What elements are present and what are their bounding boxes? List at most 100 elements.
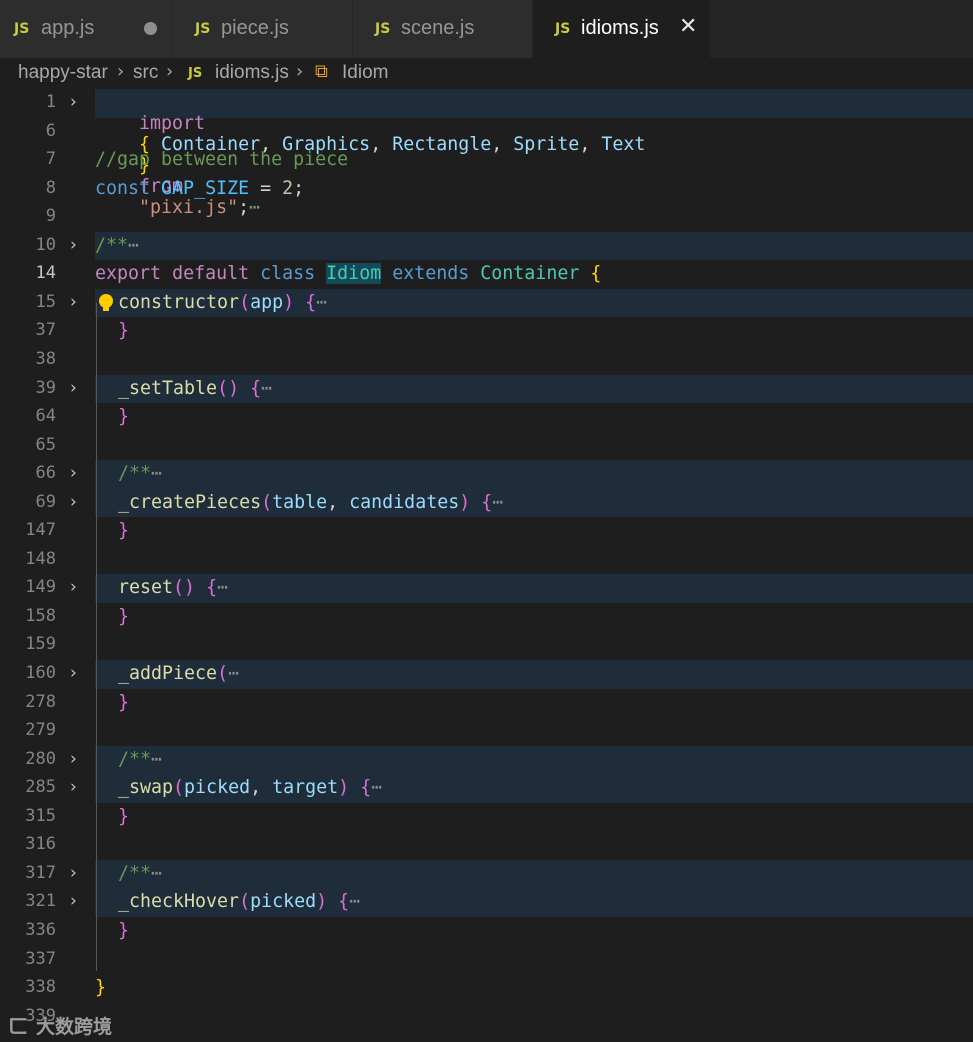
code-comment: //gap between the piece	[95, 149, 349, 171]
code-line[interactable]: 321 › _checkHover(picked) {⋯	[0, 888, 973, 917]
code-line[interactable]: 160 › _addPiece(⋯	[0, 660, 973, 689]
fold-chevron-icon[interactable]: ›	[70, 777, 77, 797]
code-line[interactable]: 15 › constructor(app) {⋯	[0, 288, 973, 318]
fold-chevron-icon[interactable]: ›	[70, 235, 77, 255]
fold-ellipsis[interactable]: ⋯	[492, 492, 503, 513]
line-number: 6	[45, 120, 56, 141]
code-line[interactable]: 6	[0, 118, 973, 147]
breadcrumb-folder[interactable]: happy-star	[18, 62, 108, 84]
folded-line-highlight	[95, 859, 973, 889]
code-line[interactable]: 339	[0, 1003, 973, 1032]
fold-chevron-icon[interactable]: ›	[70, 577, 77, 597]
code-token: }	[118, 919, 130, 941]
code-line[interactable]: 69 › _createPieces(table, candidates) {⋯	[0, 488, 973, 518]
fold-ellipsis[interactable]: ⋯	[151, 863, 162, 884]
code-text: }	[95, 977, 106, 998]
tab-scene-js[interactable]: JS scene.js	[353, 0, 533, 58]
code-comment: /**	[118, 748, 152, 770]
line-number: 338	[25, 977, 56, 998]
fold-ellipsis[interactable]: ⋯	[151, 463, 162, 484]
fold-ellipsis[interactable]: ⋯	[128, 235, 139, 256]
breadcrumb-symbol[interactable]: Idiom	[342, 62, 388, 84]
code-line[interactable]: 338}	[0, 974, 973, 1003]
code-line[interactable]: 39 › _setTable() {⋯	[0, 374, 973, 404]
code-line[interactable]: 38	[0, 346, 973, 375]
fold-chevron-icon[interactable]: ›	[70, 92, 77, 112]
code-token: _createPieces	[118, 491, 262, 513]
line-number: 39	[35, 377, 56, 398]
code-line[interactable]: 8 const GAP_SIZE = 2;	[0, 175, 973, 204]
code-editor[interactable]: 1 › import { Container, Graphics, Rectang…	[0, 89, 973, 1042]
code-line[interactable]: 37}	[0, 317, 973, 346]
code-line[interactable]: 1 › import { Container, Graphics, Rectang…	[0, 89, 973, 218]
code-text: _swap(picked, target) {⋯	[118, 777, 382, 798]
fold-ellipsis[interactable]: ⋯	[261, 378, 272, 399]
fold-chevron-icon[interactable]: ›	[70, 891, 77, 911]
code-line[interactable]: 316	[0, 831, 973, 860]
fold-chevron-icon[interactable]: ›	[70, 378, 77, 398]
code-text: }	[118, 520, 129, 541]
code-line[interactable]: 14 export default class Idiom extends Con…	[0, 260, 973, 289]
fold-ellipsis[interactable]: ⋯	[228, 663, 239, 684]
code-token: (	[217, 377, 229, 399]
tab-idioms-js[interactable]: JS idioms.js ✕	[533, 0, 711, 58]
fold-ellipsis[interactable]: ⋯	[371, 777, 382, 798]
code-line[interactable]: 336}	[0, 917, 973, 946]
code-text: //gap between the piece	[95, 149, 348, 170]
code-line[interactable]: 64}	[0, 403, 973, 432]
code-line[interactable]: 159	[0, 631, 973, 660]
code-line[interactable]: 315}	[0, 803, 973, 832]
fold-chevron-icon[interactable]: ›	[70, 463, 77, 483]
fold-ellipsis[interactable]: ⋯	[349, 891, 360, 912]
code-token: candidates	[349, 491, 460, 513]
close-icon[interactable]: ✕	[679, 14, 697, 39]
js-file-icon: JS	[188, 66, 203, 81]
code-token: )	[338, 777, 350, 799]
code-line[interactable]: 280 › /**⋯	[0, 745, 973, 775]
code-line[interactable]: 148	[0, 546, 973, 575]
code-line[interactable]: 147}	[0, 517, 973, 546]
fold-chevron-icon[interactable]: ›	[70, 292, 77, 312]
fold-ellipsis[interactable]: ⋯	[316, 292, 327, 313]
tab-app-js[interactable]: JS app.js	[0, 0, 173, 58]
fold-chevron-icon[interactable]: ›	[70, 492, 77, 512]
code-line[interactable]: 10 › /**⋯	[0, 231, 973, 261]
tab-piece-js[interactable]: JS piece.js	[173, 0, 353, 58]
code-line[interactable]: 158}	[0, 603, 973, 632]
code-line[interactable]: 285 › _swap(picked, target) {⋯	[0, 774, 973, 803]
code-token: {	[590, 263, 602, 285]
code-token: }	[95, 977, 107, 999]
line-number: 336	[25, 919, 56, 940]
js-file-icon: JS	[195, 21, 211, 37]
code-line[interactable]: 337	[0, 946, 973, 975]
code-line[interactable]: 9	[0, 203, 973, 232]
code-line[interactable]: 65	[0, 432, 973, 461]
breadcrumb-src[interactable]: src	[133, 62, 158, 84]
code-token: )	[228, 377, 240, 399]
brand-logo-icon: ㄈ	[8, 1014, 28, 1038]
folded-line-highlight	[95, 460, 973, 489]
code-line[interactable]: 149 › reset() {⋯	[0, 574, 973, 603]
line-number: 65	[35, 434, 56, 455]
fold-chevron-icon[interactable]: ›	[70, 663, 77, 683]
fold-ellipsis[interactable]: ⋯	[151, 749, 162, 770]
code-text: _setTable() {⋯	[118, 378, 272, 399]
code-line[interactable]: 66 › /**⋯	[0, 460, 973, 489]
code-token: _swap	[118, 777, 174, 799]
unsaved-dot-icon[interactable]	[144, 22, 157, 35]
code-token: Container	[480, 263, 580, 285]
code-line[interactable]: 7 //gap between the piece	[0, 146, 973, 175]
code-line[interactable]: 317 › /**⋯	[0, 859, 973, 889]
code-token: {	[305, 291, 317, 313]
fold-chevron-icon[interactable]: ›	[70, 749, 77, 769]
code-text: }	[118, 320, 129, 341]
code-text: export default class Idiom extends Conta…	[95, 263, 602, 285]
code-token: 2	[282, 177, 294, 199]
fold-ellipsis[interactable]: ⋯	[217, 577, 228, 598]
code-line[interactable]: 278}	[0, 689, 973, 718]
code-text: }	[118, 406, 129, 427]
fold-chevron-icon[interactable]: ›	[70, 863, 77, 883]
breadcrumb-file[interactable]: idioms.js	[215, 62, 289, 84]
code-line[interactable]: 279	[0, 717, 973, 746]
lightbulb-icon[interactable]	[99, 294, 113, 308]
